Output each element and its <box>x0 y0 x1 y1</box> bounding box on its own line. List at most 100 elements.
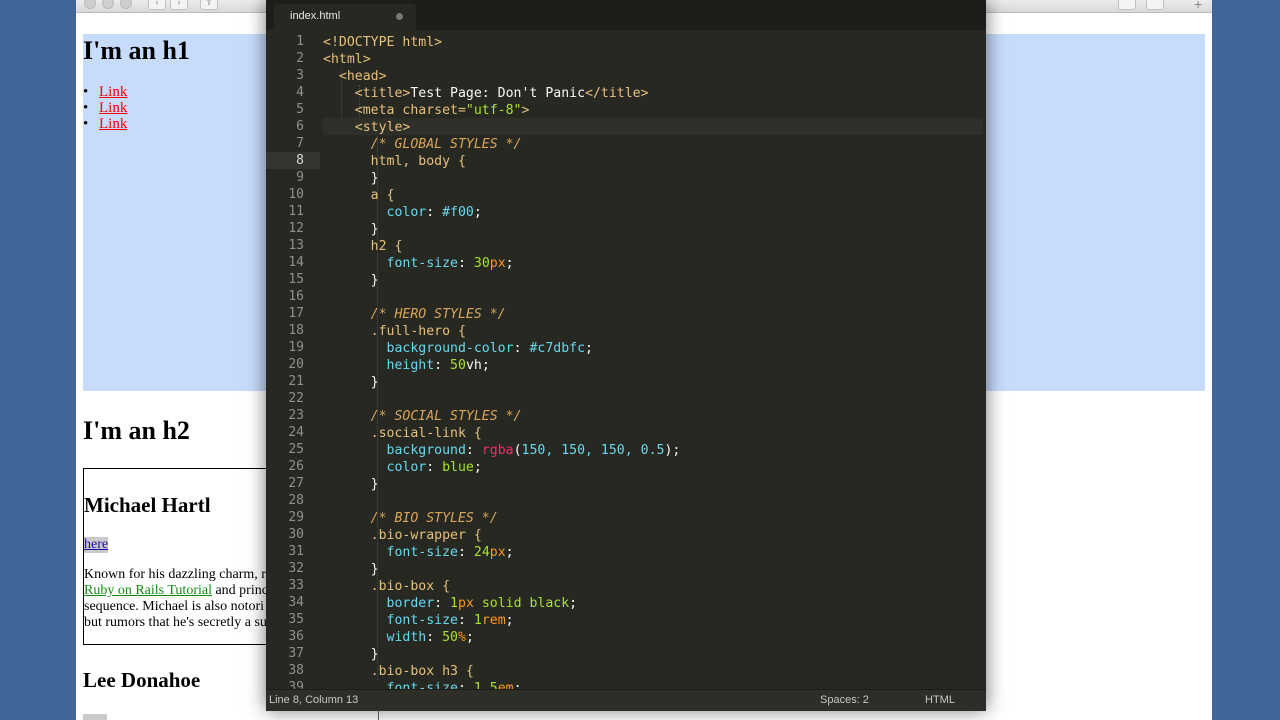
code-line[interactable]: background: rgba(150, 150, 150, 0.5); <box>323 442 681 459</box>
bio-link[interactable] <box>83 714 107 720</box>
code-line[interactable]: width: 50%; <box>323 629 474 646</box>
line-number: 12 <box>288 221 304 236</box>
code-line[interactable]: font-size: 24px; <box>323 544 514 561</box>
bio-link[interactable]: here <box>84 537 109 553</box>
code-line[interactable]: /* HERO STYLES */ <box>323 306 506 323</box>
code-token: .bio-box { <box>323 579 451 594</box>
code-token: : <box>513 341 530 356</box>
code-token: h2 { <box>323 239 403 254</box>
code-line[interactable]: font-size: 30px; <box>323 255 514 272</box>
code-token: rem <box>481 613 506 628</box>
scrollbar[interactable] <box>378 710 379 720</box>
code-line[interactable]: } <box>323 561 379 578</box>
code-token: 1.5 <box>473 681 498 689</box>
code-token: } <box>323 273 379 288</box>
bio-name: Lee Donahoe <box>83 668 201 692</box>
code-line[interactable]: background-color: #c7dbfc; <box>323 340 593 357</box>
page-h2: I'm an h2 <box>83 416 190 445</box>
rails-tutorial-link[interactable]: Ruby on Rails Tutorial <box>84 583 212 598</box>
code-line[interactable]: <title>Test Page: Don't Panic</title> <box>323 85 649 102</box>
code-token: ; <box>505 256 514 271</box>
code-token: .full-hero { <box>323 324 466 339</box>
sidebar-button[interactable] <box>1146 0 1164 10</box>
code-line[interactable]: h2 { <box>323 238 403 255</box>
code-token: 1 <box>450 596 458 611</box>
code-line[interactable]: .bio-wrapper { <box>323 527 482 544</box>
line-number: 25 <box>288 442 304 457</box>
code-line[interactable]: color: #f00; <box>323 204 482 221</box>
line-number: 21 <box>288 374 304 389</box>
code-token: : <box>426 205 443 220</box>
code-token: font-size <box>323 256 458 271</box>
code-line[interactable]: a { <box>323 187 395 204</box>
code-line[interactable]: .full-hero { <box>323 323 466 340</box>
line-number: 18 <box>288 323 304 338</box>
back-button[interactable]: ‹ <box>148 0 166 10</box>
line-number: 7 <box>296 136 304 151</box>
line-number: 29 <box>288 510 304 525</box>
code-line[interactable]: .bio-box { <box>323 578 450 595</box>
code-token: rgba <box>481 443 514 458</box>
code-token: > <box>521 103 530 118</box>
code-line[interactable]: /* SOCIAL STYLES */ <box>323 408 522 425</box>
code-token: <style> <box>323 120 411 135</box>
code-line[interactable]: /* GLOBAL STYLES */ <box>323 136 522 153</box>
code-line[interactable]: } <box>323 374 379 391</box>
close-window-icon[interactable] <box>84 0 96 9</box>
list-item: Link <box>83 84 128 100</box>
line-number: 20 <box>288 357 304 372</box>
line-number: 6 <box>296 119 304 134</box>
code-line[interactable]: height: 50vh; <box>323 357 490 374</box>
code-token: : <box>457 613 474 628</box>
code-token: border <box>323 596 435 611</box>
code-line[interactable]: <style> <box>323 119 411 136</box>
code-line[interactable]: <!DOCTYPE html> <box>323 34 442 51</box>
indentation-setting[interactable]: Spaces: 2 <box>820 694 869 706</box>
tab-index-html[interactable]: index.html <box>274 4 416 30</box>
status-bar: Line 8, Column 13 Spaces: 2 HTML <box>266 689 986 711</box>
code-token: } <box>323 477 379 492</box>
social-link[interactable]: Link <box>99 100 127 116</box>
code-line[interactable]: <html> <box>323 51 371 68</box>
code-token: } <box>323 647 379 662</box>
code-line[interactable]: <meta charset="utf-8"> <box>323 102 530 119</box>
code-token: /* GLOBAL STYLES */ <box>323 137 522 152</box>
code-line[interactable]: font-size: 1rem; <box>323 612 514 629</box>
code-line[interactable]: } <box>323 646 379 663</box>
code-line[interactable]: font-size: 1.5em; <box>323 680 522 689</box>
minimize-window-icon[interactable] <box>102 0 114 9</box>
forward-button[interactable]: › <box>170 0 188 10</box>
code-line[interactable]: html, body { <box>323 153 466 170</box>
social-link[interactable]: Link <box>99 116 127 132</box>
syntax-mode[interactable]: HTML <box>925 694 955 706</box>
code-line[interactable]: border: 1px solid black; <box>323 595 578 612</box>
tabs-overview-button[interactable] <box>1118 0 1136 10</box>
line-number: 37 <box>288 646 304 661</box>
code-token: font-size <box>323 545 458 560</box>
code-token: } <box>323 171 379 186</box>
social-link[interactable]: Link <box>99 84 127 100</box>
code-line[interactable]: /* BIO STYLES */ <box>323 510 498 527</box>
line-number: 4 <box>296 85 304 100</box>
code-line[interactable]: .social-link { <box>323 425 482 442</box>
code-token: : <box>426 630 443 645</box>
code-line[interactable]: } <box>323 170 379 187</box>
new-tab-icon[interactable]: + <box>1194 0 1202 12</box>
code-line[interactable]: <head> <box>323 68 387 85</box>
line-number: 9 <box>296 170 304 185</box>
unsaved-dot-icon[interactable] <box>396 13 403 20</box>
code-area[interactable]: <!DOCTYPE html> <html> <head> <title>Test… <box>323 31 983 689</box>
zoom-window-icon[interactable] <box>120 0 132 9</box>
line-number: 17 <box>288 306 304 321</box>
line-number: 11 <box>288 204 304 219</box>
code-line[interactable]: .bio-box h3 { <box>323 663 474 680</box>
code-token: ; <box>481 358 490 373</box>
code-token: : <box>457 681 474 689</box>
line-number: 35 <box>288 612 304 627</box>
code-line[interactable]: } <box>323 221 379 238</box>
share-button[interactable]: ⇪ <box>200 0 218 10</box>
code-line[interactable]: } <box>323 476 379 493</box>
line-number: 2 <box>296 51 304 66</box>
code-line[interactable]: color: blue; <box>323 459 482 476</box>
code-line[interactable]: } <box>323 272 379 289</box>
